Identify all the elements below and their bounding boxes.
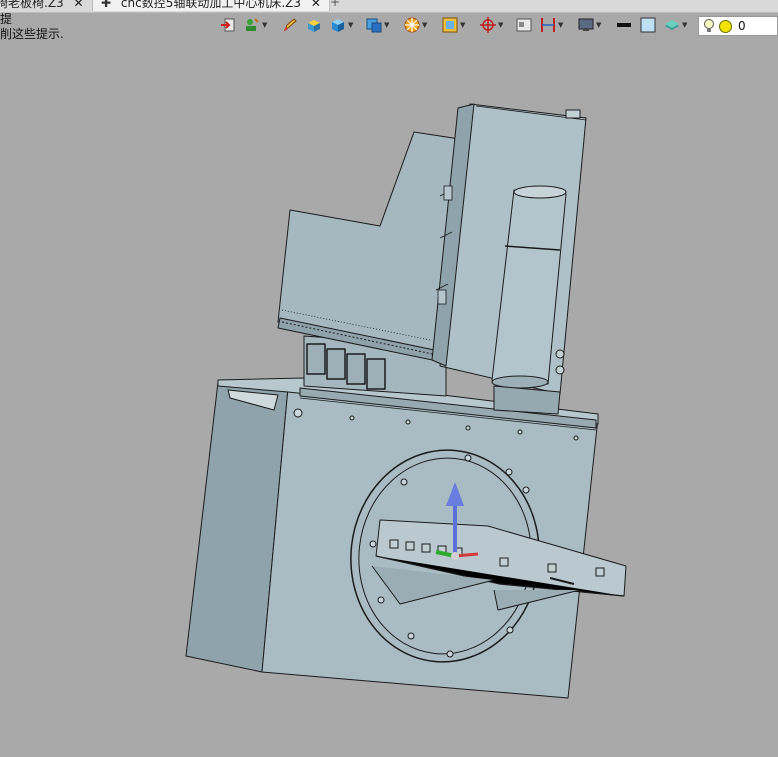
chevron-down-icon[interactable]: ▼: [682, 21, 687, 29]
cube-icon: [332, 19, 344, 32]
rectangle-icon: [516, 18, 532, 32]
display-button[interactable]: ▼: [578, 14, 601, 36]
dimension-button[interactable]: ▼: [540, 14, 563, 36]
modified-marker-icon: ✚: [101, 0, 112, 10]
tab-chair[interactable]: 椅老板椅.Z3 ✕: [0, 0, 84, 11]
tab-label: 椅老板椅.Z3: [0, 0, 64, 10]
close-icon[interactable]: ✕: [74, 0, 84, 10]
cube-button[interactable]: ▼: [330, 14, 353, 36]
window-button[interactable]: [516, 14, 532, 36]
import-button[interactable]: [220, 14, 236, 36]
cnc-machine-model[interactable]: [0, 40, 778, 753]
axis-button[interactable]: ▼: [480, 14, 503, 36]
chevron-down-icon[interactable]: ▼: [384, 21, 389, 29]
import-icon: [221, 18, 235, 32]
new-tab-icon[interactable]: +: [330, 0, 340, 9]
layer-selector[interactable]: 0: [698, 16, 778, 36]
view-cube-button[interactable]: ▼: [366, 14, 389, 36]
line-color-icon: [617, 23, 631, 27]
fill-color-button[interactable]: [640, 14, 656, 36]
layer-stack-button[interactable]: ▼: [664, 14, 687, 36]
hint-line-1: 提: [0, 12, 13, 26]
sketch-button[interactable]: [282, 14, 298, 36]
fill-color-icon: [640, 17, 656, 33]
chevron-down-icon[interactable]: ▼: [262, 21, 267, 29]
tab-cnc-machine[interactable]: ✚ cnc数控5轴联动加工中心机床.Z3 ✕: [92, 0, 330, 11]
layer-value: 0: [738, 19, 746, 33]
axis-icon: [480, 17, 496, 33]
render-style-button[interactable]: ▼: [404, 14, 427, 36]
close-icon[interactable]: ✕: [311, 0, 321, 10]
tab-label: cnc数控5轴联动加工中心机床.Z3: [120, 0, 301, 10]
frame-icon: [442, 17, 458, 33]
layer-tool-icon: [246, 18, 259, 31]
wheel-icon: [404, 17, 420, 33]
chevron-down-icon[interactable]: ▼: [596, 21, 601, 29]
view-cube-icon: [366, 18, 382, 33]
tab-bar: 椅老板椅.Z3 ✕ ✚ cnc数控5轴联动加工中心机床.Z3 ✕ +: [0, 0, 778, 13]
ruler-icon: [541, 18, 555, 32]
chevron-down-icon[interactable]: ▼: [348, 21, 353, 29]
3d-viewport[interactable]: [0, 40, 778, 753]
layer-stack-icon: [665, 20, 679, 30]
solid-box-icon: [308, 20, 320, 32]
solid-box-button[interactable]: [306, 14, 322, 36]
layer-tool-button[interactable]: ▼: [244, 14, 267, 36]
chevron-down-icon[interactable]: ▼: [498, 21, 503, 29]
hint-text: 提 削这些提示.: [0, 12, 64, 42]
chevron-down-icon[interactable]: ▼: [558, 21, 563, 29]
screen-icon: [578, 18, 594, 31]
chevron-down-icon[interactable]: ▼: [460, 21, 465, 29]
lightbulb-icon: [704, 19, 714, 32]
layer-color-dot: [719, 19, 732, 33]
chevron-down-icon[interactable]: ▼: [422, 21, 427, 29]
frame-button[interactable]: ▼: [442, 14, 465, 36]
pencil-icon: [283, 18, 297, 32]
line-color-button[interactable]: [616, 14, 632, 36]
